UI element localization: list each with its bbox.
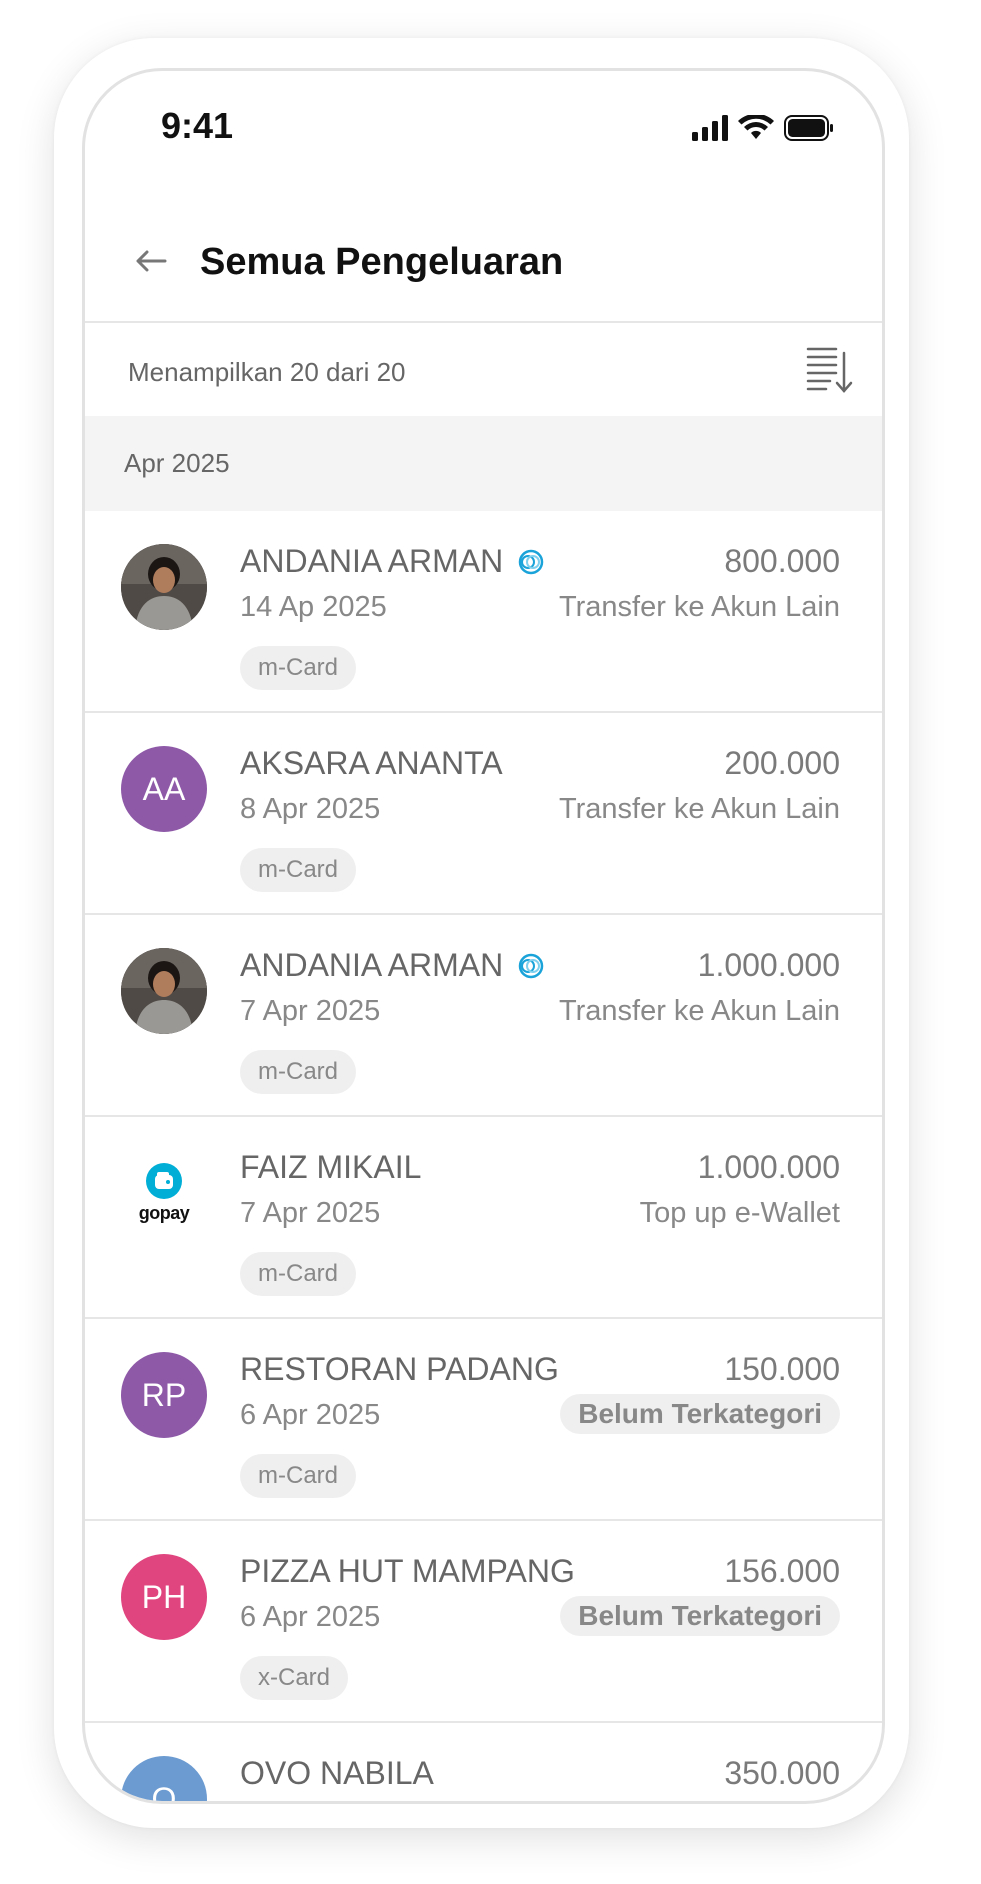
transaction-item[interactable]: ANDANIA ARMAN 800.000 14 Ap 2025 Transfe…	[85, 511, 882, 713]
month-label: Apr 2025	[124, 448, 230, 478]
transaction-item[interactable]: ANDANIA ARMAN 1.000.000 7 Apr 2025 Trans…	[85, 915, 882, 1117]
transaction-amount: 800.000	[724, 543, 840, 579]
status-time: 9:41	[161, 105, 234, 146]
summary-bar: Menampilkan 20 dari 20	[85, 321, 882, 416]
transaction-item[interactable]: O OVO NABILA 350.000	[85, 1723, 882, 1801]
transaction-name: ANDANIA ARMAN	[240, 947, 547, 984]
transaction-category: Transfer ke Akun Lain	[558, 995, 840, 1027]
transaction-category: Transfer ke Akun Lain	[558, 793, 840, 825]
month-section-header: Apr 2025	[85, 416, 882, 511]
transaction-list: ANDANIA ARMAN 800.000 14 Ap 2025 Transfe…	[85, 511, 882, 1801]
page-title: Semua Pengeluaran	[200, 241, 564, 283]
header: Semua Pengeluaran	[85, 221, 882, 313]
transaction-date: 7 Apr 2025	[240, 1197, 381, 1229]
card-tag: m-Card	[240, 1454, 357, 1498]
card-tag: m-Card	[240, 646, 357, 690]
avatar-photo	[121, 948, 207, 1034]
transaction-item[interactable]: gopay FAIZ MIKAIL 1.000.000 7 Apr 2025 T…	[85, 1117, 882, 1319]
transaction-name-text: ANDANIA ARMAN	[240, 543, 504, 579]
transaction-date: 6 Apr 2025	[240, 1601, 381, 1633]
transaction-item[interactable]: AA AKSARA ANANTA 200.000 8 Apr 2025 Tran…	[85, 713, 882, 915]
transaction-date: 8 Apr 2025	[240, 793, 381, 825]
transaction-name: RESTORAN PADANG	[240, 1351, 559, 1388]
verified-badge-icon	[518, 953, 544, 978]
gopay-wordmark: gopay	[138, 1202, 190, 1223]
sort-icon[interactable]	[806, 345, 854, 395]
status-bar: 9:41	[85, 71, 882, 191]
transaction-name-text: PIZZA HUT MAMPANG	[240, 1553, 575, 1589]
transaction-name-text: OVO NABILA	[240, 1755, 434, 1791]
person-photo-icon	[121, 544, 207, 630]
transaction-date: 6 Apr 2025	[240, 1399, 381, 1431]
transaction-name-text: FAIZ MIKAIL	[240, 1149, 422, 1185]
transaction-item[interactable]: PH PIZZA HUT MAMPANG 156.000 6 Apr 2025 …	[85, 1521, 882, 1723]
status-icons	[692, 113, 834, 143]
gopay-logo: gopay	[121, 1150, 207, 1236]
card-tag: m-Card	[240, 848, 357, 892]
transaction-name-text: ANDANIA ARMAN	[240, 947, 504, 983]
avatar-initials: PH	[121, 1554, 207, 1640]
avatar-photo	[121, 544, 207, 630]
transaction-name: ANDANIA ARMAN	[240, 543, 547, 580]
transaction-item[interactable]: RP RESTORAN PADANG 150.000 6 Apr 2025 Be…	[85, 1319, 882, 1521]
wifi-icon	[738, 115, 774, 139]
card-tag: m-Card	[240, 1252, 357, 1296]
transaction-amount: 150.000	[724, 1351, 840, 1387]
transaction-name: OVO NABILA	[240, 1755, 434, 1792]
avatar-initials: AA	[121, 746, 207, 832]
card-tag: x-Card	[240, 1656, 349, 1700]
uncategorized-badge[interactable]: Belum Terkategori	[560, 1394, 840, 1434]
transaction-amount: 350.000	[724, 1755, 840, 1791]
transaction-name-text: AKSARA ANANTA	[240, 745, 503, 781]
verified-badge-icon	[518, 549, 544, 574]
transaction-amount: 1.000.000	[697, 1149, 840, 1185]
transaction-name-text: RESTORAN PADANG	[240, 1351, 559, 1387]
result-count: Menampilkan 20 dari 20	[128, 357, 406, 387]
person-photo-icon	[121, 948, 207, 1034]
transaction-name: AKSARA ANANTA	[240, 745, 503, 782]
transaction-category: Transfer ke Akun Lain	[558, 591, 840, 623]
transaction-name: PIZZA HUT MAMPANG	[240, 1553, 575, 1590]
avatar-initials: O	[121, 1756, 207, 1801]
transaction-category: Top up e-Wallet	[639, 1197, 840, 1229]
wallet-icon	[146, 1162, 182, 1199]
transaction-date: 14 Ap 2025	[240, 591, 387, 623]
transaction-name: FAIZ MIKAIL	[240, 1149, 421, 1186]
card-tag: m-Card	[240, 1050, 357, 1094]
transaction-amount: 1.000.000	[697, 947, 840, 983]
transaction-date: 7 Apr 2025	[240, 995, 381, 1027]
back-arrow-icon[interactable]	[133, 243, 169, 279]
uncategorized-badge[interactable]: Belum Terkategori	[560, 1596, 840, 1636]
transaction-amount: 156.000	[724, 1553, 840, 1589]
signal-icon	[692, 115, 728, 141]
transaction-amount: 200.000	[724, 745, 840, 781]
app-screen: 9:41 Semua Pengeluaran Menampilkan 20 da…	[82, 68, 885, 1804]
avatar-initials: RP	[121, 1352, 207, 1438]
battery-icon	[784, 115, 833, 141]
